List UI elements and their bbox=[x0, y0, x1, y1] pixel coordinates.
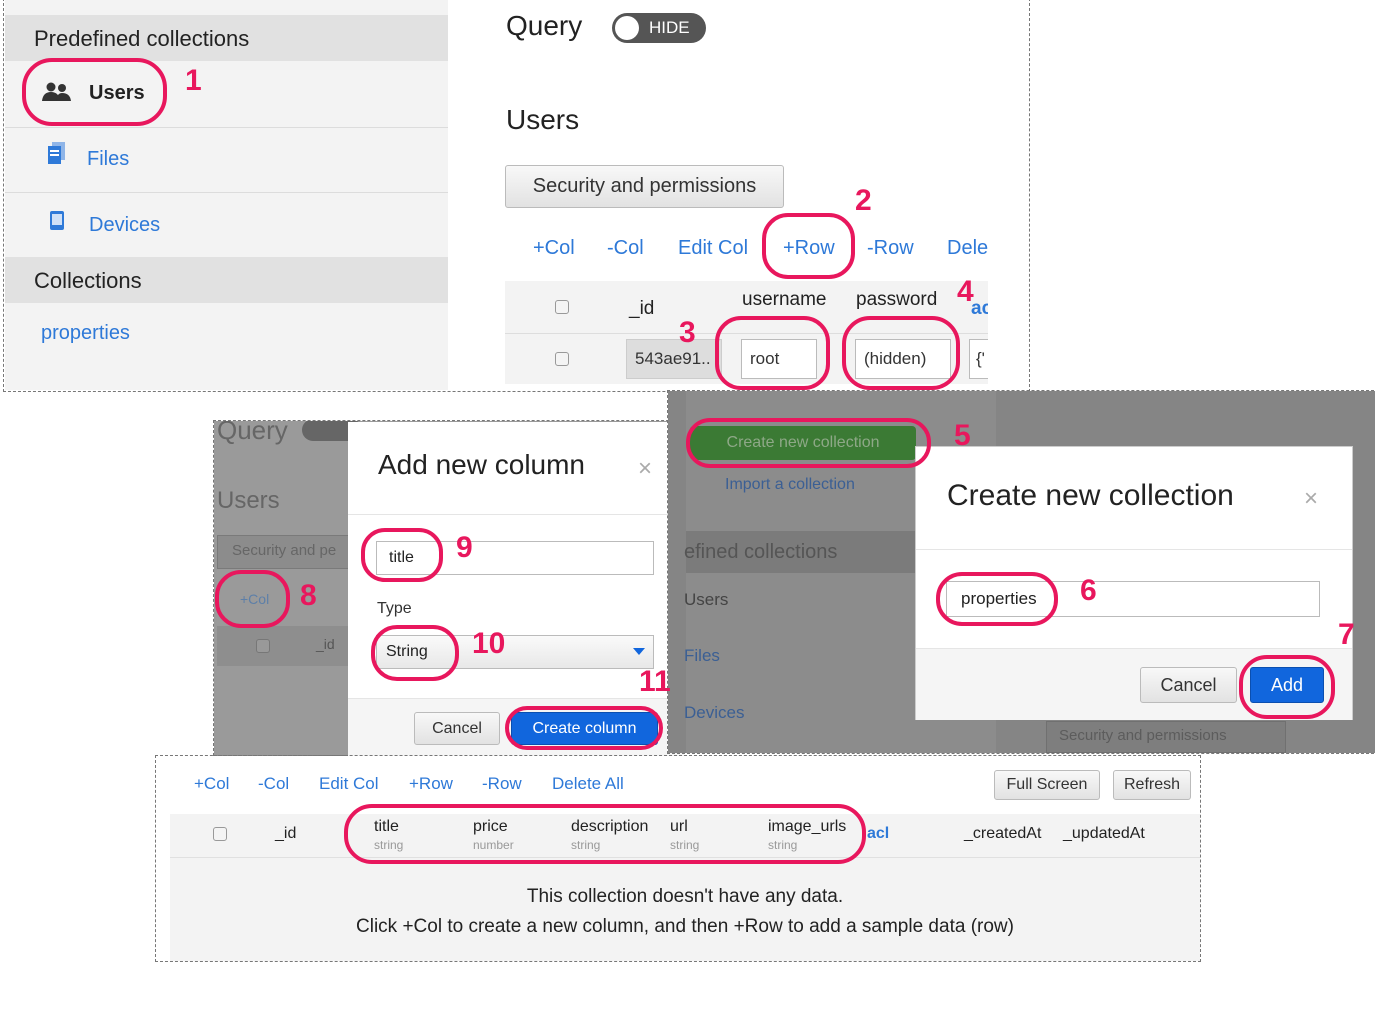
annotation-ring-collection-name bbox=[936, 572, 1058, 626]
predefined-header-text: Predefined collections bbox=[34, 26, 250, 51]
bg-predefined-text: efined collections bbox=[684, 541, 838, 563]
bg-table bbox=[217, 626, 357, 666]
toggle-label: HIDE bbox=[649, 18, 690, 37]
annotation-ring-add-col bbox=[215, 570, 290, 628]
close-icon[interactable]: × bbox=[638, 455, 652, 483]
column-header-created-at: _createdAt bbox=[964, 825, 1042, 842]
collections-header-text: Collections bbox=[34, 268, 142, 293]
select-all-checkbox[interactable] bbox=[555, 300, 569, 314]
row-checkbox[interactable] bbox=[555, 352, 569, 366]
collection-item-properties[interactable]: properties bbox=[41, 322, 130, 345]
delete-all-button[interactable]: Dele bbox=[947, 237, 988, 260]
bg-checkbox bbox=[256, 639, 270, 653]
bg-security-label: Security and pe bbox=[232, 542, 337, 559]
annotation-ring-add bbox=[1239, 655, 1335, 719]
import-collection-link[interactable]: Import a collection bbox=[725, 476, 855, 494]
type-label: Type bbox=[377, 600, 412, 617]
annotation-number-7: 7 bbox=[1338, 618, 1355, 651]
chevron-down-icon bbox=[633, 648, 645, 655]
annotation-number-8: 8 bbox=[300, 579, 317, 612]
column-header-updated-at: _updatedAt bbox=[1063, 825, 1145, 842]
bg-item-devices: Devices bbox=[684, 703, 745, 722]
annotation-number-5: 5 bbox=[954, 419, 971, 452]
sidebar-item-files[interactable]: Files bbox=[5, 128, 448, 192]
column-header-username: username bbox=[742, 289, 827, 310]
annotation-number-6: 6 bbox=[1080, 574, 1097, 607]
annotation-number-1: 1 bbox=[185, 64, 202, 97]
acl-field[interactable]: {' bbox=[969, 339, 988, 379]
add-row-button[interactable]: +Row bbox=[409, 774, 453, 794]
remove-row-button[interactable]: -Row bbox=[867, 237, 914, 260]
bg-security-label: Security and permissions bbox=[1059, 727, 1227, 744]
add-col-button[interactable]: +Col bbox=[533, 237, 575, 260]
empty-message-line1: This collection doesn't have any data. bbox=[526, 886, 844, 907]
bg-item-files: Files bbox=[684, 646, 720, 665]
remove-row-button[interactable]: -Row bbox=[482, 774, 522, 794]
annotation-ring-column-name bbox=[361, 528, 443, 582]
refresh-button[interactable]: Refresh bbox=[1113, 770, 1191, 800]
edit-col-button[interactable]: Edit Col bbox=[319, 774, 379, 794]
annotation-number-2: 2 bbox=[855, 184, 872, 217]
device-icon bbox=[49, 210, 67, 232]
cancel-button[interactable]: Cancel bbox=[414, 712, 500, 745]
dialog-title: Add new column bbox=[378, 449, 586, 480]
remove-col-button[interactable]: -Col bbox=[258, 774, 289, 794]
column-header-password: password bbox=[856, 289, 938, 310]
edit-col-button[interactable]: Edit Col bbox=[678, 237, 748, 260]
bg-id-header: _id bbox=[316, 636, 335, 652]
annotation-ring-users bbox=[22, 58, 167, 126]
query-label: Query bbox=[506, 10, 583, 41]
annotation-number-3: 3 bbox=[679, 316, 696, 349]
column-header-id: _id bbox=[629, 298, 655, 319]
annotation-ring-create-column bbox=[505, 706, 663, 750]
add-col-button[interactable]: +Col bbox=[194, 774, 229, 794]
remove-col-button[interactable]: -Col bbox=[607, 237, 644, 260]
annotation-ring-columns bbox=[344, 804, 866, 864]
sidebar-item-label: Devices bbox=[89, 214, 161, 236]
users-title: Users bbox=[506, 104, 580, 135]
full-screen-button[interactable]: Full Screen bbox=[994, 770, 1100, 800]
bg-users-title: Users bbox=[217, 487, 280, 514]
annotation-ring-create-collection bbox=[686, 418, 931, 468]
file-icon bbox=[47, 142, 67, 166]
divider bbox=[348, 514, 684, 515]
close-icon[interactable]: × bbox=[1304, 485, 1318, 513]
annotation-ring-type bbox=[371, 625, 459, 681]
toggle-knob bbox=[615, 16, 639, 40]
annotation-ring-username bbox=[715, 316, 830, 390]
empty-message-line2: Click +Col to create a new column, and t… bbox=[356, 916, 1014, 937]
delete-all-button[interactable]: Delete All bbox=[552, 774, 624, 794]
dialog-title: Create new collection bbox=[947, 479, 1234, 512]
annotation-number-11: 11 bbox=[639, 665, 671, 698]
bg-query-label: Query bbox=[217, 421, 288, 445]
annotation-number-4: 4 bbox=[957, 275, 974, 308]
query-toggle[interactable]: HIDE bbox=[612, 13, 706, 43]
bg-item-users: Users bbox=[684, 590, 729, 609]
row-id-cell: 543ae91.. bbox=[626, 339, 722, 379]
divider bbox=[916, 549, 1352, 550]
annotation-ring-password bbox=[842, 316, 960, 390]
annotation-ring-add-row bbox=[762, 213, 855, 279]
cancel-button[interactable]: Cancel bbox=[1140, 667, 1237, 703]
annotation-number-9: 9 bbox=[456, 531, 473, 564]
annotation-number-10: 10 bbox=[472, 627, 506, 660]
column-header-acl: acl bbox=[867, 825, 890, 842]
column-header-id: _id bbox=[275, 825, 297, 842]
sidebar-item-label: Files bbox=[87, 148, 130, 170]
select-all-checkbox[interactable] bbox=[213, 827, 227, 841]
sidebar-item-devices[interactable]: Devices bbox=[5, 193, 448, 257]
security-permissions-button[interactable]: Security and permissions bbox=[505, 165, 784, 208]
